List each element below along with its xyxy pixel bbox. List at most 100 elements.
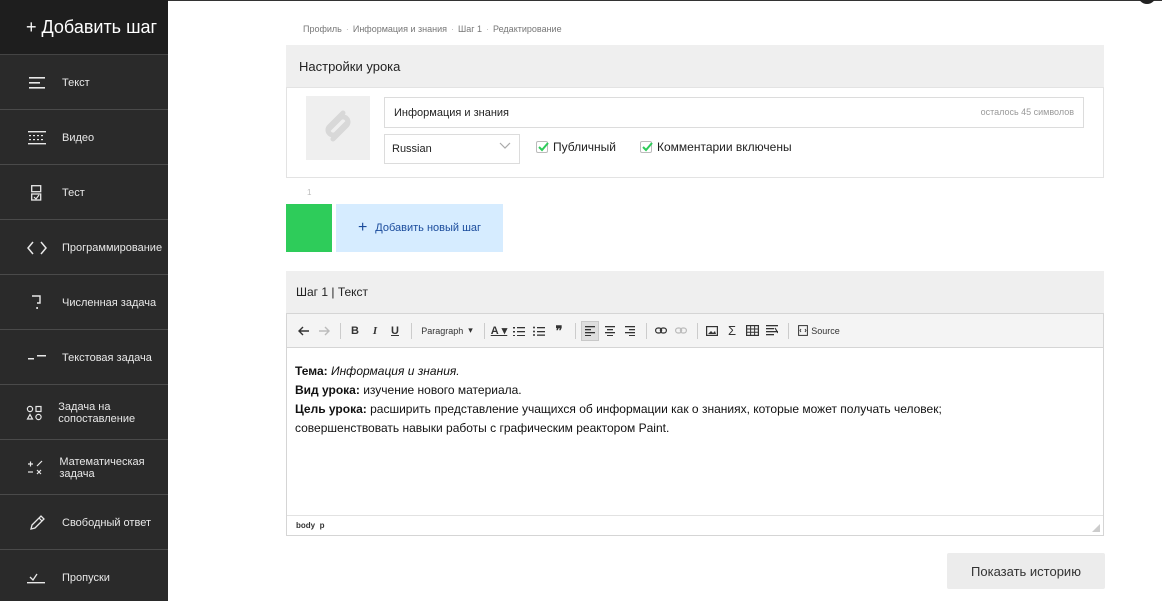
comments-checkbox[interactable]: Комментарии включены [640, 140, 792, 154]
lesson-type-value: изучение нового материала. [363, 383, 522, 397]
paragraph-format-select[interactable]: Paragraph ▾ [417, 321, 477, 341]
language-value: Russian [392, 143, 432, 155]
topic-value: Информация и знания. [330, 364, 460, 378]
italic-icon[interactable]: I [366, 321, 384, 341]
add-new-step-button[interactable]: + Добавить новый шаг [336, 204, 503, 252]
sidebar-item-programming[interactable]: Программирование [0, 221, 168, 275]
formula-icon[interactable]: Σ [723, 321, 741, 341]
path-body[interactable]: body [296, 521, 315, 530]
sidebar-item-label: Свободный ответ [62, 516, 151, 529]
breadcrumb: Профиль · Информация и знания · Шаг 1 · Редакт… [303, 24, 562, 34]
path-p[interactable]: p [320, 521, 325, 530]
toolbar-divider [484, 322, 485, 339]
image-icon[interactable] [703, 321, 721, 341]
sidebar-item-label: Математическая задача [59, 455, 145, 480]
goal-line-2: совершенствовать навыки работы с графиче… [295, 421, 670, 435]
blanks-icon [26, 572, 48, 584]
plus-icon: + [357, 219, 368, 236]
underline-icon[interactable]: U [386, 321, 404, 341]
toolbar-divider [340, 322, 341, 339]
show-history-button[interactable]: Показать историю [947, 553, 1105, 589]
source-label: Source [811, 325, 840, 336]
bold-icon[interactable]: B [346, 321, 364, 341]
link-icon[interactable] [652, 321, 670, 341]
align-center-icon[interactable] [601, 321, 619, 341]
redo-icon[interactable] [315, 321, 333, 341]
breadcrumb-separator: · [486, 24, 490, 34]
numbered-list-icon[interactable] [510, 321, 528, 341]
unlink-icon[interactable] [672, 321, 690, 341]
sidebar-item-label: Пропуски [62, 572, 110, 584]
language-select[interactable]: Russian [384, 134, 520, 164]
sidebar-item-blanks[interactable]: Пропуски [0, 551, 168, 605]
checkbox-checked-icon [536, 141, 549, 153]
goal-value: расширить представление учащихся об инфо… [370, 402, 942, 416]
sidebar-item-numeric[interactable]: Численная задача [0, 276, 168, 330]
breadcrumb-profile[interactable]: Профиль [303, 24, 342, 34]
table-icon[interactable] [743, 321, 761, 341]
step-type-sidebar: + Добавить шаг Текст Видео Тест Программ… [0, 0, 168, 601]
text-lines-icon [26, 76, 48, 89]
text-task-icon [26, 354, 48, 362]
toolbar-divider [575, 322, 576, 339]
number-icon [26, 294, 48, 311]
toolbar-divider [697, 322, 698, 339]
lesson-settings-header: Настройки урока [286, 45, 1104, 87]
sidebar-item-video[interactable]: Видео [0, 111, 168, 165]
step-number: 1 [307, 188, 312, 197]
toolbar-divider [788, 322, 789, 339]
top-border [0, 0, 1162, 1]
lesson-title-input[interactable]: Информация и знания осталось 45 символов [384, 97, 1084, 128]
breadcrumb-separator: · [345, 24, 349, 34]
pencil-icon [26, 514, 48, 531]
lesson-logo-placeholder[interactable] [306, 96, 370, 160]
editor-path-bar: body p [287, 515, 1103, 535]
add-step-button[interactable]: + Добавить шаг [0, 0, 168, 55]
source-button[interactable]: Source [794, 321, 844, 341]
goal-label: Цель урока: [295, 402, 367, 416]
sidebar-item-label: Задача на сопоставление [58, 400, 136, 425]
sidebar-item-free-answer[interactable]: Свободный ответ [0, 496, 168, 550]
sidebar-item-label: Тест [62, 186, 85, 199]
math-icon [26, 460, 45, 476]
sidebar-item-matching[interactable]: Задача на сопоставление [0, 386, 168, 440]
breadcrumb-step[interactable]: Шаг 1 [458, 24, 482, 34]
lesson-type-label: Вид урока: [295, 383, 360, 397]
chevron-down-icon [499, 141, 511, 153]
lesson-title-value: Информация и знания [394, 106, 510, 119]
editor-content[interactable]: Тема: Информация и знания. Вид урока: из… [287, 362, 950, 438]
add-new-step-label: Добавить новый шаг [375, 222, 482, 234]
toolbar-divider [411, 322, 412, 339]
sidebar-item-label: Программирование [62, 241, 163, 254]
rich-text-editor[interactable]: B I U Paragraph ▾ A ▾ ❞ Σ Source Тема: И… [286, 313, 1104, 536]
code-icon [26, 241, 48, 255]
video-icon [26, 130, 48, 145]
sidebar-item-math[interactable]: Математическая задача [0, 441, 168, 495]
bullet-list-icon[interactable] [530, 321, 548, 341]
sidebar-item-label: Видео [62, 131, 95, 144]
breadcrumb-lesson[interactable]: Информация и знания [353, 24, 447, 34]
topic-line: Тема: Информация и знания. [295, 362, 942, 381]
resize-handle-icon[interactable] [1092, 524, 1100, 532]
undo-icon[interactable] [295, 321, 313, 341]
sidebar-item-text[interactable]: Текст [0, 56, 168, 110]
breadcrumb-separator: · [450, 24, 454, 34]
quiz-icon [26, 184, 48, 201]
sidebar-item-quiz[interactable]: Тест [0, 166, 168, 220]
corner-indicator [1138, 0, 1156, 4]
topic-label: Тема: [295, 364, 328, 378]
step-tile-1[interactable] [286, 204, 332, 252]
template-icon[interactable] [763, 321, 781, 341]
align-left-icon[interactable] [581, 320, 599, 341]
editor-toolbar: B I U Paragraph ▾ A ▾ ❞ Σ Source [287, 314, 1103, 348]
sidebar-item-text-task[interactable]: Текстовая задача [0, 331, 168, 385]
checkbox-checked-icon [640, 141, 653, 153]
sidebar-item-label: Текст [62, 76, 90, 89]
logo-icon [321, 109, 355, 148]
comments-label: Комментарии включены [657, 140, 792, 154]
matching-icon [26, 405, 44, 421]
text-color-icon[interactable]: A ▾ [490, 321, 508, 341]
public-checkbox[interactable]: Публичный [536, 140, 616, 154]
align-right-icon[interactable] [621, 321, 639, 341]
blockquote-icon[interactable]: ❞ [550, 321, 568, 341]
